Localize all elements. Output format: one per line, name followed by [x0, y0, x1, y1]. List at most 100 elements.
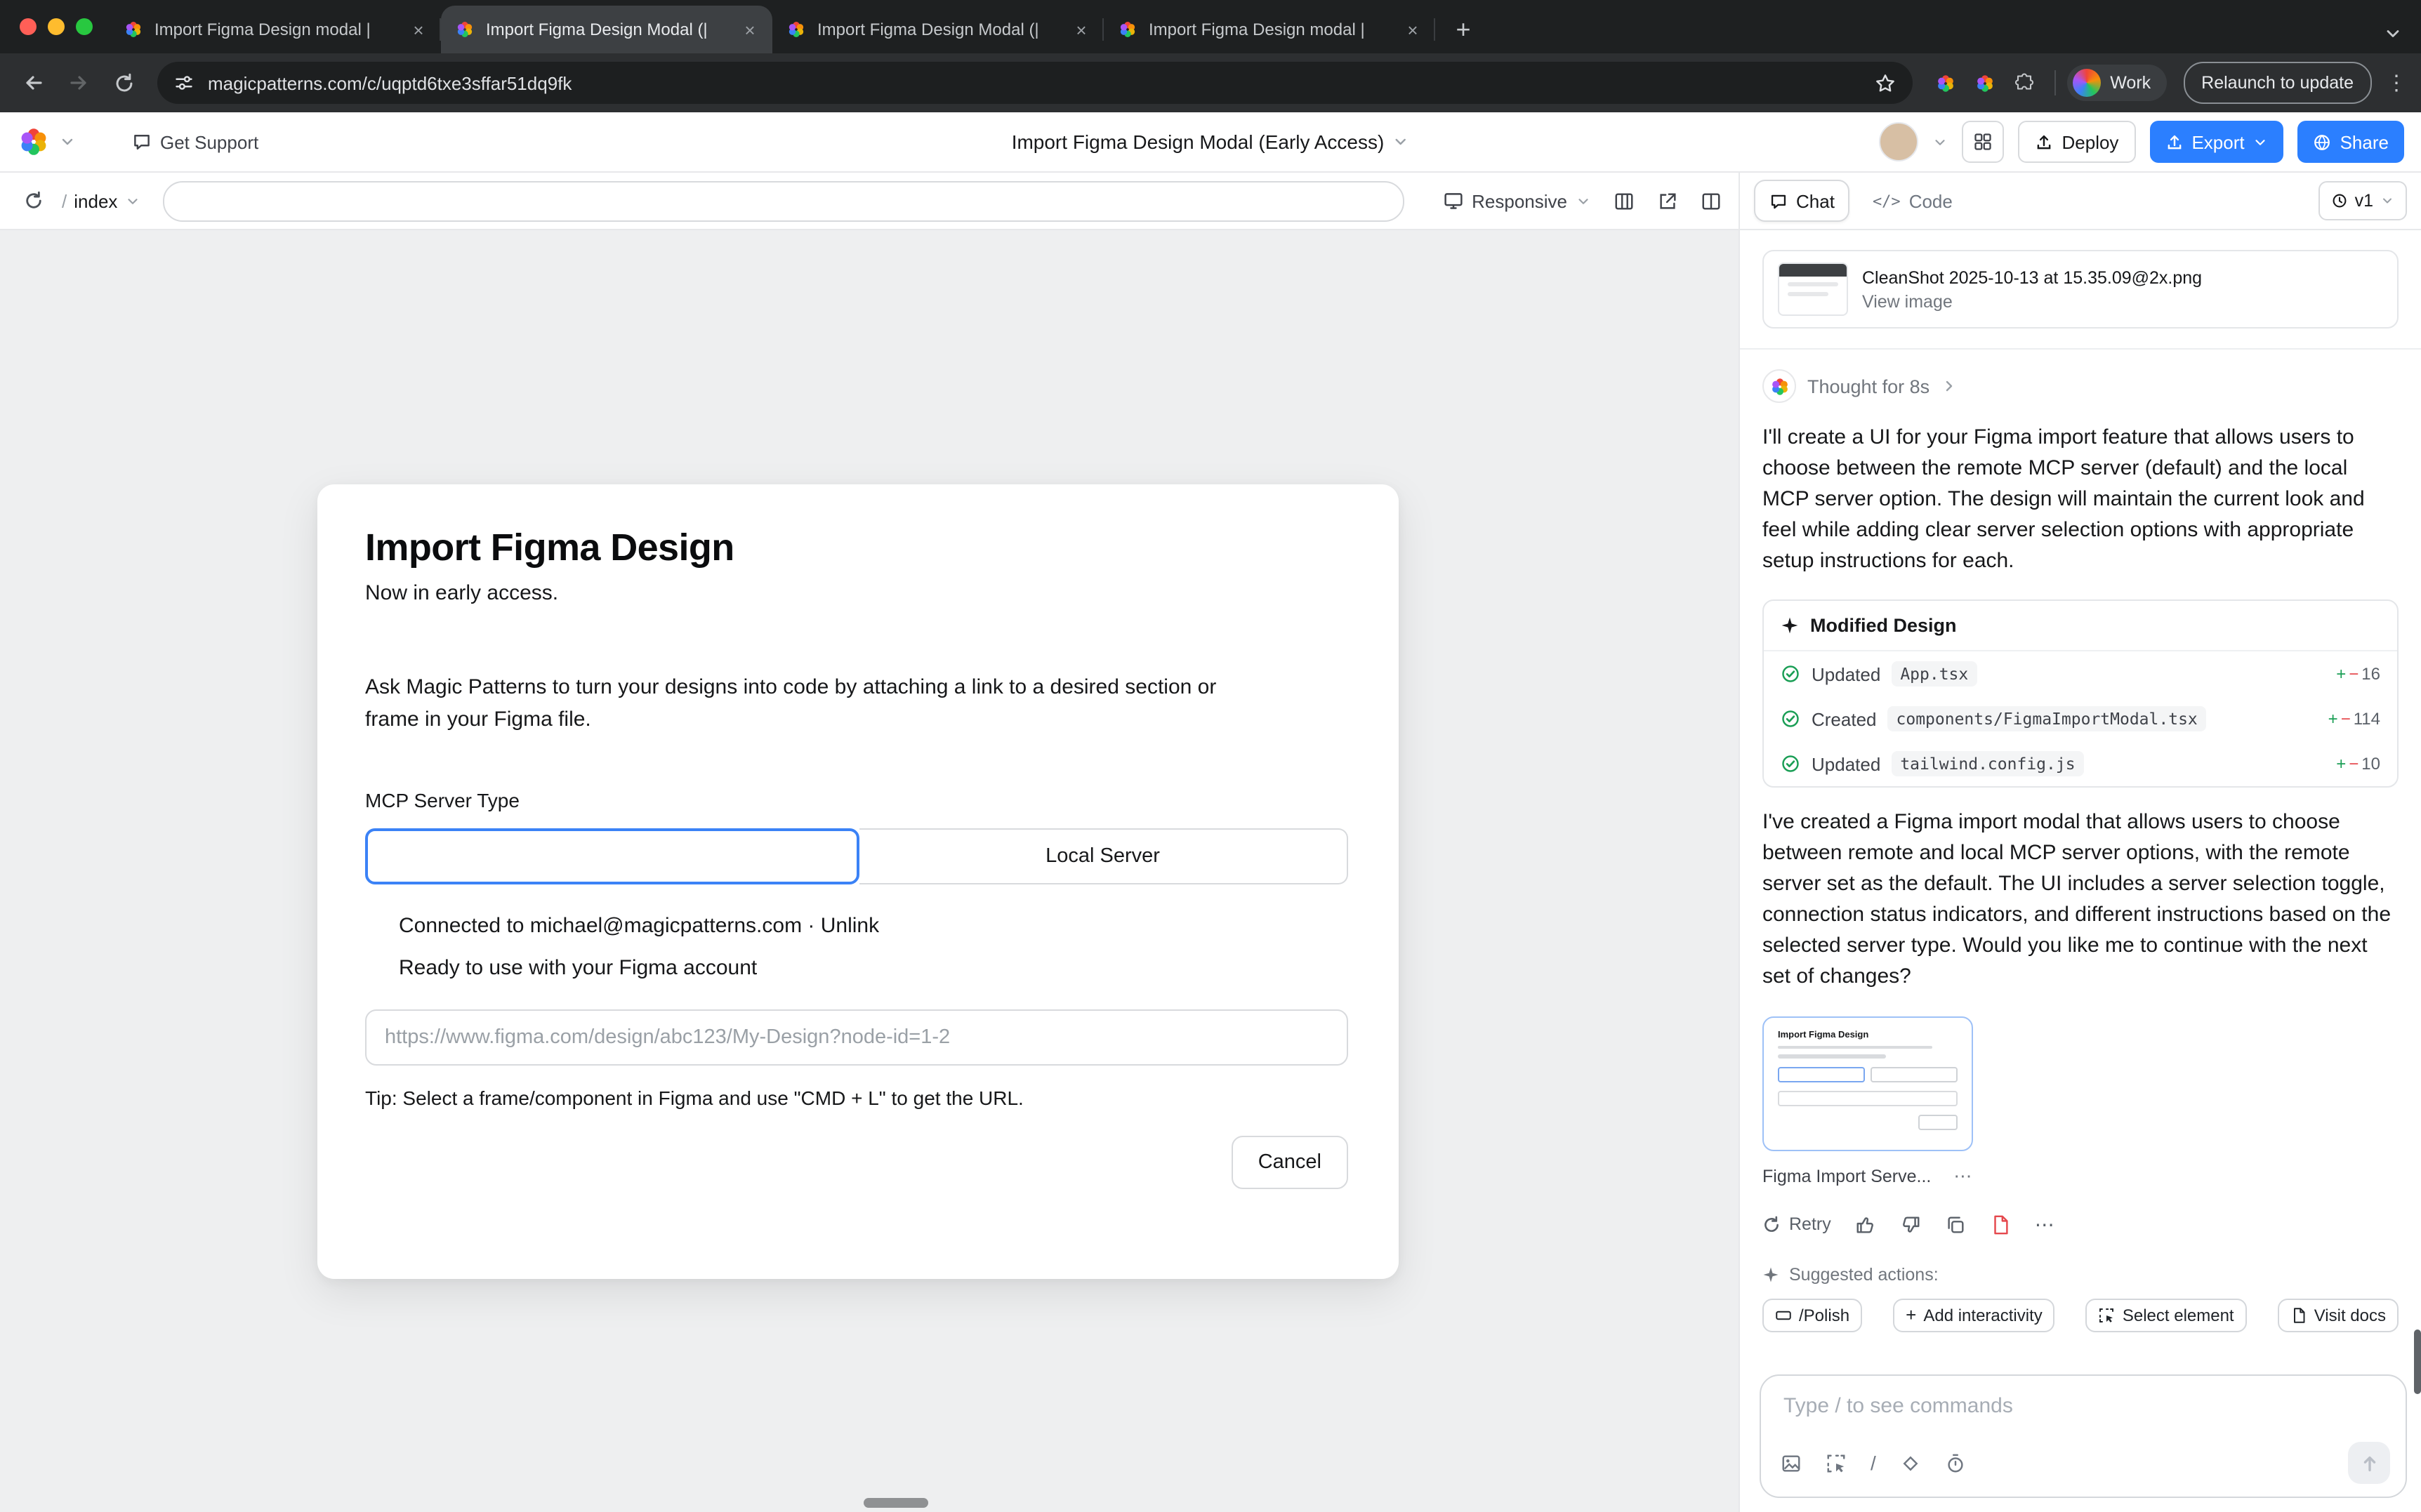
toolbar-divider	[2054, 70, 2055, 95]
design-preview-thumbnail[interactable]: Import Figma Design	[1762, 1016, 1973, 1150]
app-header: Get Support Import Figma Design Modal (E…	[0, 112, 2421, 173]
tab-close-icon[interactable]: ×	[1401, 18, 1424, 41]
bookmark-star-icon[interactable]	[1874, 72, 1895, 93]
local-server-segment[interactable]: Local Server	[859, 828, 1348, 884]
chevron-right-icon[interactable]	[1941, 378, 1958, 394]
browser-tab-strip: Import Figma Design modal | × Import Fig…	[0, 0, 2421, 53]
attachment-card[interactable]: CleanShot 2025-10-13 at 15.35.09@2x.png …	[1762, 250, 2399, 329]
chevron-down-icon[interactable]	[59, 133, 76, 150]
tab-chat[interactable]: Chat	[1754, 180, 1850, 222]
pinned-extension-icon[interactable]	[1974, 72, 1995, 93]
magicpatterns-logo-icon[interactable]	[17, 125, 51, 159]
layout-columns-icon[interactable]	[1614, 190, 1635, 211]
preview-caption: Figma Import Serve...	[1762, 1166, 1931, 1186]
browser-menu-kebab-icon[interactable]: ⋮	[2386, 70, 2407, 95]
visit-docs-chip[interactable]: Visit docs	[2278, 1298, 2399, 1332]
change-row[interactable]: Updated App.tsx +−16	[1764, 651, 2397, 696]
tab-search-chevron-icon[interactable]	[2376, 24, 2410, 44]
import-figma-modal: Import Figma Design Now in early access.…	[317, 484, 1399, 1279]
responsive-mode-selector[interactable]: Responsive	[1444, 190, 1591, 211]
server-type-toggle: Local Server	[365, 828, 1348, 884]
open-in-new-icon[interactable]	[1657, 190, 1678, 211]
input-rect-icon	[1775, 1306, 1792, 1323]
browser-tab-active[interactable]: Import Figma Design Modal (| ×	[441, 6, 772, 53]
magicpatterns-favicon-icon	[1118, 20, 1137, 39]
more-actions-icon[interactable]: ⋯	[2035, 1212, 2056, 1236]
change-row[interactable]: Updated tailwind.config.js +−10	[1764, 741, 2397, 786]
refresh-preview-icon[interactable]	[17, 191, 51, 211]
project-title-menu[interactable]: Import Figma Design Modal (Early Access)	[1012, 131, 1410, 153]
fullscreen-window-button[interactable]	[76, 18, 93, 35]
chat-tab-label: Chat	[1796, 190, 1835, 211]
server-type-label: MCP Server Type	[365, 789, 1348, 811]
share-button[interactable]: Share	[2298, 121, 2404, 163]
back-icon[interactable]	[14, 63, 53, 102]
browser-profile-chip[interactable]: Work	[2066, 65, 2166, 101]
thumbs-up-icon[interactable]	[1855, 1214, 1876, 1235]
plus-icon: +	[1906, 1306, 1916, 1324]
globe-icon	[2314, 133, 2332, 151]
split-view-icon[interactable]	[1701, 190, 1722, 211]
chat-scrollbar-thumb[interactable]	[2414, 1329, 2421, 1394]
chevron-down-icon[interactable]	[1933, 134, 1948, 150]
thumbs-down-icon[interactable]	[1900, 1214, 1921, 1235]
add-interactivity-chip[interactable]: + Add interactivity	[1893, 1298, 2055, 1332]
thought-row[interactable]: Thought for 8s	[1762, 369, 2399, 403]
select-element-chip[interactable]: Select element	[2086, 1298, 2247, 1332]
route-selector[interactable]: / index	[62, 190, 140, 211]
copy-icon[interactable]	[1945, 1214, 1966, 1235]
components-icon[interactable]	[1900, 1452, 1921, 1473]
url-text: magicpatterns.com/c/uqptd6txe3sffar51dq9…	[208, 72, 1860, 93]
export-button[interactable]: Export	[2149, 121, 2283, 163]
deploy-button[interactable]: Deploy	[2019, 121, 2136, 163]
preview-url-bar[interactable]	[162, 180, 1404, 221]
site-settings-icon[interactable]	[174, 73, 194, 93]
relaunch-to-update-button[interactable]: Relaunch to update	[2183, 62, 2372, 104]
select-element-icon[interactable]	[1826, 1452, 1847, 1473]
new-tab-button[interactable]: +	[1444, 10, 1483, 49]
cancel-button[interactable]: Cancel	[1232, 1136, 1348, 1189]
chat-composer[interactable]: /	[1760, 1374, 2407, 1498]
slash-command-icon[interactable]: /	[1871, 1452, 1876, 1474]
figma-url-input[interactable]	[365, 1009, 1348, 1066]
suggested-action-chips: /Polish + Add interactivity Select eleme…	[1762, 1298, 2399, 1332]
version-selector[interactable]: v1	[2318, 181, 2407, 220]
retry-button[interactable]: Retry	[1762, 1214, 1831, 1234]
profile-label: Work	[2110, 73, 2151, 93]
minimize-window-button[interactable]	[48, 18, 65, 35]
retry-icon	[1762, 1215, 1781, 1233]
suggested-actions-label: Suggested actions:	[1789, 1264, 1939, 1284]
user-avatar[interactable]	[1880, 122, 1919, 161]
timer-icon[interactable]	[1945, 1452, 1966, 1473]
browser-tab[interactable]: Import Figma Design Modal (| ×	[772, 6, 1104, 53]
change-action: Created	[1812, 708, 1877, 729]
apps-grid-button[interactable]	[1962, 121, 2005, 163]
address-bar[interactable]: magicpatterns.com/c/uqptd6txe3sffar51dq9…	[157, 62, 1912, 104]
browser-tab[interactable]: Import Figma Design modal | ×	[1104, 6, 1435, 53]
share-label: Share	[2340, 131, 2389, 152]
send-button[interactable]	[2348, 1442, 2390, 1484]
change-row[interactable]: Created components/FigmaImportModal.tsx …	[1764, 696, 2397, 741]
polish-chip[interactable]: /Polish	[1762, 1298, 1862, 1332]
connected-status-text[interactable]: Connected to michael@magicpatterns.com ·…	[365, 914, 1348, 938]
browser-tab[interactable]: Import Figma Design modal | ×	[110, 6, 441, 53]
close-window-button[interactable]	[20, 18, 37, 35]
chat-input[interactable]	[1781, 1393, 2392, 1419]
tab-close-icon[interactable]: ×	[1070, 18, 1093, 41]
extensions-puzzle-icon[interactable]	[2013, 72, 2034, 93]
file-icon[interactable]	[1990, 1214, 2011, 1235]
preview-more-icon[interactable]: ⋯	[1953, 1165, 1973, 1187]
view-image-link[interactable]: View image	[1862, 291, 2202, 311]
change-action: Updated	[1812, 753, 1880, 774]
browser-toolbar: magicpatterns.com/c/uqptd6txe3sffar51dq9…	[0, 53, 2421, 112]
remote-server-segment[interactable]	[365, 828, 859, 884]
pinned-extension-icon[interactable]	[1934, 72, 1955, 93]
horizontal-scrollbar-thumb[interactable]	[864, 1498, 928, 1508]
tab-close-icon[interactable]: ×	[739, 18, 761, 41]
attach-image-icon[interactable]	[1781, 1452, 1802, 1473]
get-support-link[interactable]: Get Support	[132, 131, 258, 152]
tab-code[interactable]: </> Code	[1873, 190, 1953, 211]
tab-close-icon[interactable]: ×	[407, 18, 430, 41]
arrow-up-icon	[2359, 1452, 2380, 1473]
reload-icon[interactable]	[104, 63, 143, 102]
